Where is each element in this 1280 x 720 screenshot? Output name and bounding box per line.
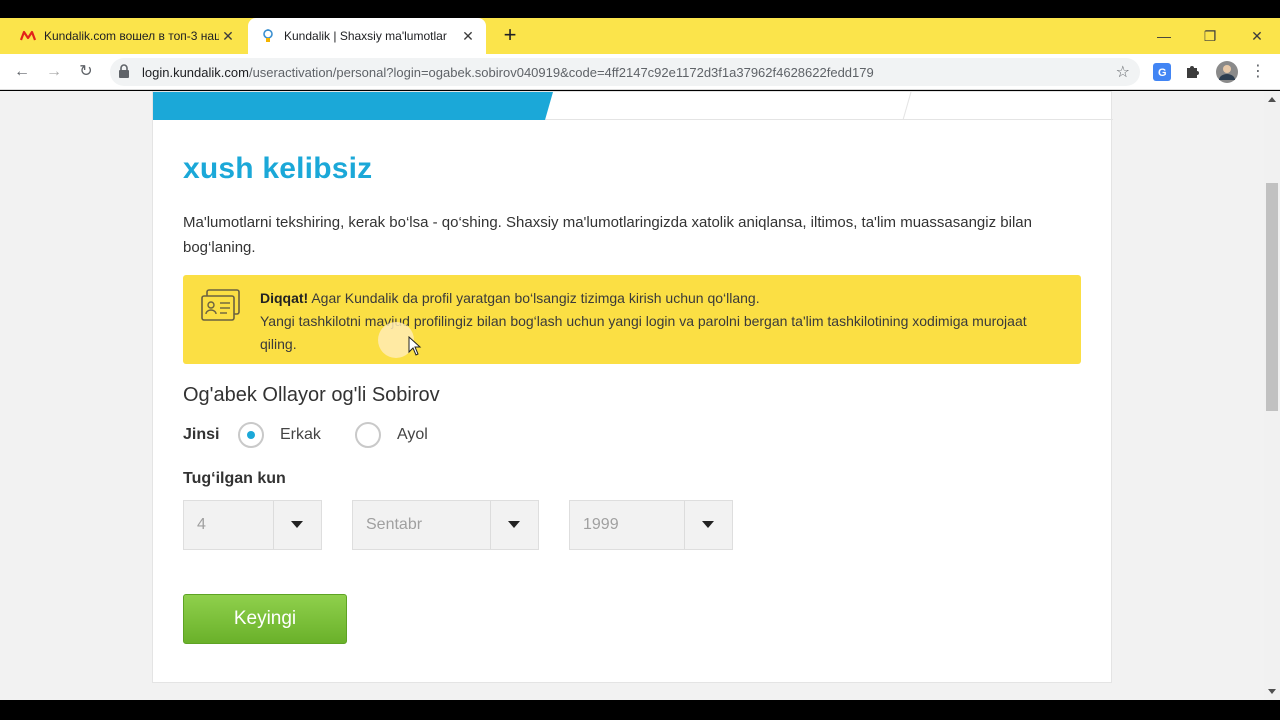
tab-kundalik-news[interactable]: Kundalik.com вошел в топ-3 нац ✕ <box>0 18 246 54</box>
month-dropdown-toggle[interactable] <box>490 501 538 549</box>
notice-line2: Yangi tashkilotni mavjud profilingiz bil… <box>260 313 1027 352</box>
radio-erkak[interactable] <box>238 422 264 448</box>
chevron-down-icon <box>702 521 714 528</box>
day-select[interactable]: 4 <box>183 500 322 550</box>
day-dropdown-toggle[interactable] <box>273 501 321 549</box>
full-name: Og'abek Ollayor og'li Sobirov <box>183 384 440 406</box>
browser-window: Kundalik.com вошел в топ-3 нац ✕ Kundali… <box>0 0 1280 720</box>
month-value: Sentabr <box>366 516 423 533</box>
year-select[interactable]: 1999 <box>569 500 733 550</box>
radio-erkak-label[interactable]: Erkak <box>280 426 321 444</box>
activation-card: xush kelibsiz Ma'lumotlarni tekshiring, … <box>152 91 1113 683</box>
profile-avatar-icon[interactable] <box>1216 61 1238 83</box>
radio-ayol-label[interactable]: Ayol <box>397 426 428 444</box>
year-value: 1999 <box>583 516 619 533</box>
birthdate-label: Tug‘ilgan kun <box>183 470 286 487</box>
tab-title: Kundalik | Shaxsiy ma'lumotlar <box>284 29 447 43</box>
url-text: login.kundalik.com/useractivation/person… <box>142 65 874 80</box>
intro-text: Ma'lumotlarni tekshiring, kerak bo‘lsa -… <box>183 214 1032 256</box>
scrollbar-thumb[interactable] <box>1266 183 1278 411</box>
page-viewport: xush kelibsiz Ma'lumotlarni tekshiring, … <box>0 91 1280 700</box>
bookmark-star-icon[interactable]: ☆ <box>1116 62 1130 82</box>
close-tab-icon[interactable]: ✕ <box>460 28 476 44</box>
welcome-heading: xush kelibsiz <box>183 152 373 185</box>
tab-strip: Kundalik.com вошел в топ-3 нац ✕ Kundali… <box>0 18 1280 54</box>
mouse-pointer-icon <box>408 335 422 356</box>
scroll-down-icon[interactable] <box>1268 689 1276 694</box>
id-card-icon <box>201 289 241 323</box>
back-button[interactable]: ← <box>10 60 34 84</box>
radio-ayol[interactable] <box>355 422 381 448</box>
browser-toolbar: ← → ↻ login.kundalik.com/useractivation/… <box>0 54 1280 90</box>
scroll-up-icon[interactable] <box>1268 97 1276 102</box>
menu-kebab-icon[interactable]: ⋮ <box>1246 60 1270 84</box>
chevron-down-icon <box>508 521 520 528</box>
minimize-button[interactable]: — <box>1152 24 1176 48</box>
extensions-puzzle-icon[interactable] <box>1184 62 1204 82</box>
tab-kundalik-personal[interactable]: Kundalik | Shaxsiy ma'lumotlar ✕ <box>248 18 486 54</box>
mail-ru-icon <box>20 28 36 44</box>
gender-label: Jinsi <box>183 426 220 443</box>
tab-title: Kundalik.com вошел в топ-3 нац <box>44 29 219 43</box>
notice-bold: Diqqat! <box>260 290 309 306</box>
reload-button[interactable]: ↻ <box>74 60 98 84</box>
restore-button[interactable]: ❐ <box>1198 24 1222 48</box>
new-tab-button[interactable]: + <box>498 24 522 48</box>
year-dropdown-toggle[interactable] <box>684 501 732 549</box>
next-button[interactable]: Keyingi <box>183 594 347 644</box>
chevron-down-icon <box>291 521 303 528</box>
svg-text:G: G <box>1158 67 1167 79</box>
close-window-button[interactable]: ✕ <box>1245 24 1269 48</box>
notice-banner: Diqqat! Agar Kundalik da profil yaratgan… <box>183 275 1081 364</box>
lock-icon <box>118 64 132 80</box>
progress-steps <box>153 91 1113 121</box>
google-translate-icon[interactable]: G <box>1152 62 1172 82</box>
day-value: 4 <box>197 516 206 533</box>
address-bar[interactable]: login.kundalik.com/useractivation/person… <box>110 58 1140 86</box>
radio-selected-dot <box>247 431 255 439</box>
forward-button[interactable]: → <box>42 60 66 84</box>
month-select[interactable]: Sentabr <box>352 500 539 550</box>
vertical-scrollbar[interactable] <box>1264 91 1280 700</box>
close-tab-icon[interactable]: ✕ <box>220 28 236 44</box>
kundalik-logo-icon <box>260 28 276 44</box>
notice-line1: Agar Kundalik da profil yaratgan bo‘lsan… <box>308 290 760 306</box>
